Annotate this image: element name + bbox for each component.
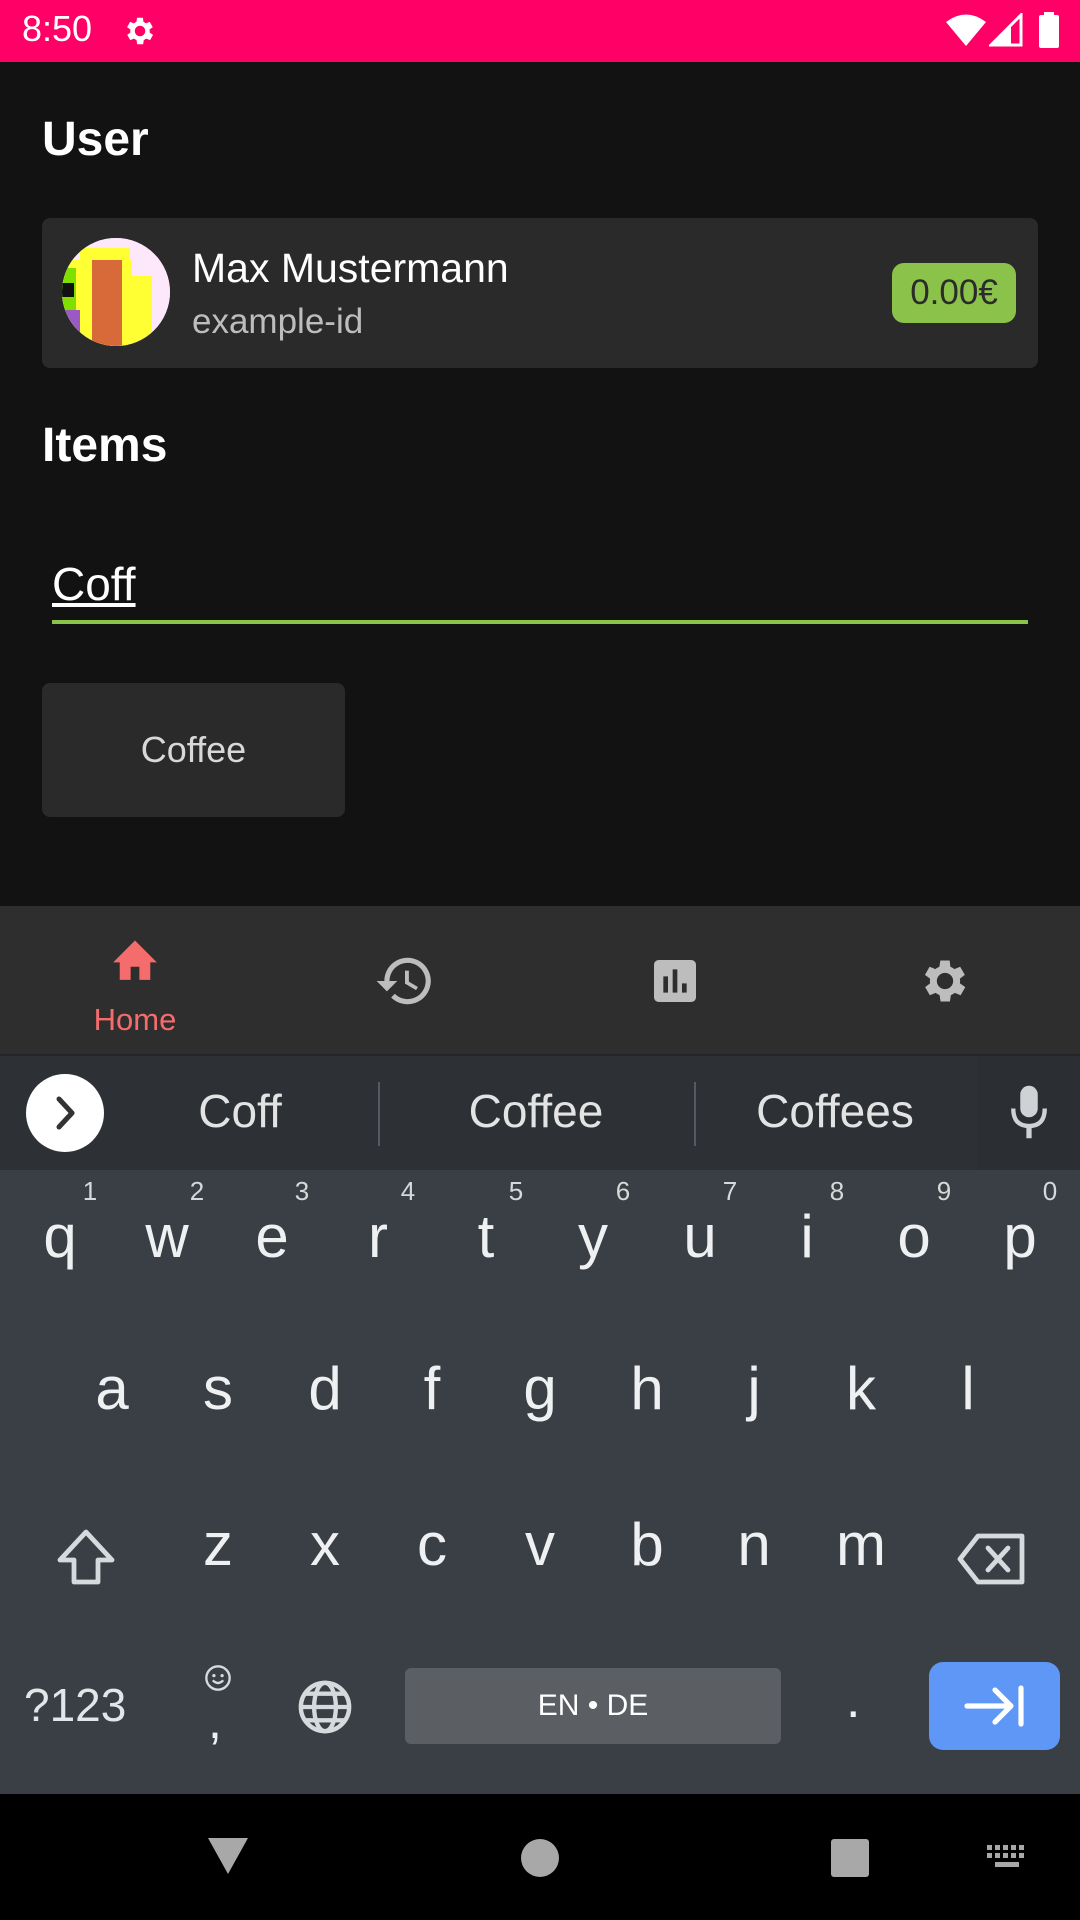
bottom-navigation: Home [0,906,1080,1054]
keyboard-switch-icon[interactable] [986,1844,1030,1872]
suggestion-3[interactable]: Coffees [720,1084,950,1138]
shift-key[interactable] [54,1526,118,1590]
key-3-2[interactable]: x [280,1510,370,1579]
key-2-6[interactable]: h [602,1354,692,1423]
signal-icon [989,13,1023,47]
recents-icon[interactable] [830,1838,870,1878]
key-1-8[interactable]: i [762,1202,852,1271]
key-1-7[interactable]: u [655,1202,745,1271]
battery-icon [1039,12,1059,48]
home-icon [113,940,157,980]
comma-label: , [208,1693,222,1749]
microphone-icon [1011,1085,1047,1139]
home-nav-icon[interactable] [520,1838,560,1878]
key-3-3[interactable]: c [387,1510,477,1579]
suggestion-2[interactable]: Coffee [420,1084,652,1138]
key-3-1[interactable]: z [173,1510,263,1579]
key-2-2[interactable]: s [173,1354,263,1423]
items-heading: Items [42,419,168,472]
emoji-icon [205,1665,231,1691]
key-hint: 5 [508,1176,524,1206]
balance-badge: 0.00€ [892,263,1016,323]
nav-stats[interactable] [540,906,810,1054]
key-hint: 7 [722,1176,738,1206]
back-icon[interactable] [206,1836,250,1876]
status-time: 8:50 [22,8,93,49]
key-3-7[interactable]: m [816,1510,906,1579]
key-hint: 9 [936,1176,952,1206]
item-search-input[interactable] [52,548,1028,624]
chevron-right-icon [56,1096,75,1130]
suggestion-1[interactable]: Coff [140,1084,340,1138]
wifi-icon [946,14,986,46]
system-navigation-bar [0,1794,1080,1920]
key-1-2[interactable]: w [122,1202,212,1271]
key-1-9[interactable]: o [869,1202,959,1271]
expand-suggestions-button[interactable] [26,1074,104,1152]
key-1-6[interactable]: y [548,1202,638,1271]
comma-emoji-key[interactable]: , [196,1664,240,1754]
key-3-4[interactable]: v [495,1510,585,1579]
next-key[interactable] [929,1662,1060,1750]
avatar [62,238,170,346]
history-icon [376,957,431,1005]
tab-next-icon [964,1685,1024,1727]
key-2-5[interactable]: g [495,1354,585,1423]
nav-home[interactable]: Home [0,906,270,1054]
period-key[interactable]: . [846,1670,860,1730]
key-1-3[interactable]: e [227,1202,317,1271]
key-hint: 8 [829,1176,845,1206]
key-3-5[interactable]: b [602,1510,692,1579]
nav-history[interactable] [270,906,540,1054]
space-key[interactable]: EN • DE [405,1668,781,1744]
key-2-4[interactable]: f [387,1354,477,1423]
key-hint: 3 [294,1176,310,1206]
status-bar: 8:50 [0,0,1080,62]
item-button-coffee[interactable]: Coffee [42,683,345,817]
symbols-key[interactable]: ?123 [24,1678,126,1732]
key-3-6[interactable]: n [709,1510,799,1579]
voice-input-button[interactable] [978,1056,1080,1170]
settings-icon [924,960,966,1002]
nav-settings[interactable] [810,906,1080,1054]
backspace-key[interactable] [956,1532,1028,1586]
settings-status-icon [127,17,154,45]
user-card[interactable]: Max Mustermann example-id 0.00€ [42,218,1038,368]
key-1-5[interactable]: t [441,1202,531,1271]
key-hint: 2 [189,1176,205,1206]
key-2-3[interactable]: d [280,1354,370,1423]
user-id: example-id [192,302,364,341]
key-hint: 6 [615,1176,631,1206]
suggestion-divider [694,1082,696,1146]
key-hint: 0 [1042,1176,1058,1206]
chart-icon [654,960,696,1002]
suggestion-strip: Coff Coffee Coffees [0,1054,1080,1170]
user-heading: User [42,113,149,166]
soft-keyboard: Coff Coffee Coffees q1w2e3r4t5y6u7i8o9p0… [0,1054,1080,1794]
key-hint: 1 [82,1176,98,1206]
key-2-8[interactable]: k [816,1354,906,1423]
key-2-7[interactable]: j [709,1354,799,1423]
globe-icon[interactable] [296,1678,354,1736]
key-1-10[interactable]: p [975,1202,1065,1271]
key-hint: 4 [400,1176,416,1206]
key-2-9[interactable]: l [923,1354,1013,1423]
key-2-1[interactable]: a [67,1354,157,1423]
user-name: Max Mustermann [192,245,509,291]
suggestion-divider [378,1082,380,1146]
key-1-4[interactable]: r [333,1202,423,1271]
nav-home-label: Home [93,1002,177,1037]
key-1-1[interactable]: q [15,1202,105,1271]
